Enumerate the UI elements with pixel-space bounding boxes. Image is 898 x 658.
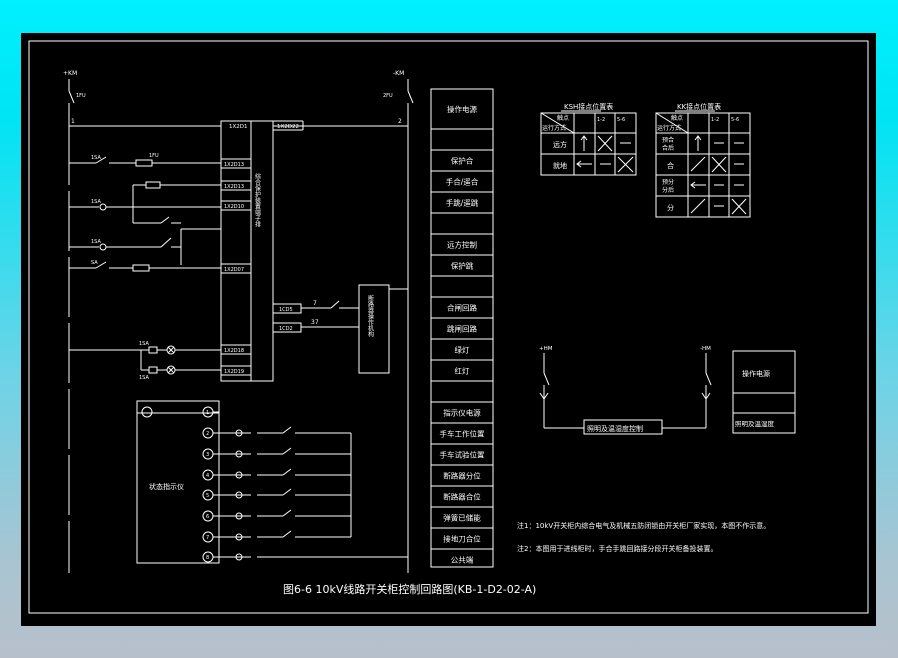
function-row-label: 手车工作位置 — [440, 429, 485, 439]
protection-device-label: 综合保护装置端子排 — [254, 172, 261, 228]
function-row-label: 跳闸回路 — [447, 324, 477, 334]
svg-text:3: 3 — [206, 452, 209, 458]
svg-text:1SA: 1SA — [91, 199, 101, 205]
svg-text:SA: SA — [91, 260, 98, 266]
svg-text:1SA: 1SA — [139, 341, 149, 347]
terminal-right-2: 1CD2 — [279, 326, 293, 332]
terminal-top-2: 1X2D22 — [277, 124, 299, 130]
svg-text:KSH接点位置表: KSH接点位置表 — [564, 102, 613, 111]
svg-text:7: 7 — [206, 535, 209, 541]
svg-text:1SA: 1SA — [91, 155, 101, 161]
svg-text:1X2D18: 1X2D18 — [224, 348, 244, 354]
note-1: 注1：10kV开关柜内综合电气及机械五防闭锁由开关柜厂家实现，本图不作示意。 — [517, 521, 770, 530]
function-row-label: 保护跳 — [451, 261, 474, 271]
svg-text:5: 5 — [206, 493, 209, 499]
svg-text:就地: 就地 — [553, 161, 567, 170]
note-2: 注2：本图用于进线柜时，手合手跳回路接分段开关柜备投装置。 — [517, 544, 717, 553]
svg-text:照明及温湿度: 照明及温湿度 — [735, 419, 775, 428]
svg-text:1SA: 1SA — [91, 239, 101, 245]
svg-text:运行方式: 运行方式 — [542, 124, 566, 132]
breaker-mechanism-label: 断路器操作机构 — [367, 294, 374, 338]
function-row-label: 操作电源 — [447, 104, 477, 114]
svg-text:1X2D07: 1X2D07 — [224, 267, 244, 273]
kk-table: KK接点位置表 运行方式 触点 1-2 5-6 预合 合后 合 预分 分后 分 — [655, 102, 751, 218]
diagram-caption: 图6-6 10kV线路开关柜控制回路图(KB-1-D2-02-A) — [283, 582, 536, 596]
svg-text:运行方式: 运行方式 — [657, 124, 681, 132]
svg-text:1X2D13: 1X2D13 — [224, 184, 244, 190]
function-row-label: 绿灯 — [455, 345, 470, 355]
fuse-right-label: 2FU — [383, 93, 393, 99]
svg-text:操作电源: 操作电源 — [742, 369, 770, 378]
function-row-label: 红灯 — [455, 366, 470, 376]
wire-37: 37 — [311, 319, 319, 326]
svg-text:8: 8 — [206, 555, 209, 561]
svg-text:1FU: 1FU — [149, 153, 159, 159]
drawing-frame: +KM -KM 1FU 2FU 1 2 1X2D1 1X2D22 综合保护装置端… — [21, 33, 876, 626]
status-indicator-label: 状态指示仪 — [149, 482, 184, 491]
function-row-label: 远方控制 — [447, 240, 477, 250]
function-row-label: 弹簧已储能 — [443, 513, 481, 523]
left-terminals: 1X2D13 1X2D13 1X2D10 1X2D07 1X2D18 1X2D1… — [220, 158, 252, 376]
svg-text:1X2D10: 1X2D10 — [224, 204, 244, 210]
function-row-label: 保护合 — [451, 156, 474, 166]
svg-text:-HM: -HM — [700, 346, 711, 352]
svg-text:1X2D13: 1X2D13 — [224, 162, 244, 168]
left-branches: 1SA 1FU 1SA 1SA SA 1SA 1SA — [69, 153, 221, 381]
function-column: 操作电源保护合手合/遥合手跳/遥跳远方控制保护跳合闸回路跳闸回路绿灯红灯指示仪电… — [430, 88, 494, 568]
svg-text:1: 1 — [206, 410, 209, 416]
svg-text:触点: 触点 — [671, 114, 683, 122]
svg-text:5-6: 5-6 — [731, 117, 739, 123]
circuit-diagram: +KM -KM 1FU 2FU 1 2 1X2D1 1X2D22 综合保护装置端… — [28, 40, 869, 614]
function-row-label: 接地刀合位 — [443, 534, 481, 544]
function-row-label: 合闸回路 — [447, 303, 477, 313]
svg-text:1-2: 1-2 — [711, 117, 719, 123]
svg-text:6: 6 — [206, 514, 209, 520]
function-row-label: 手合/遥合 — [446, 177, 479, 187]
svg-text:分: 分 — [667, 203, 674, 212]
node-1: 1 — [71, 118, 75, 125]
kk-row-1-label: 预合 — [662, 136, 674, 144]
node-2: 2 — [398, 118, 402, 125]
svg-text:1SA: 1SA — [139, 375, 149, 381]
svg-text:合后: 合后 — [662, 144, 674, 152]
bus-right-label: -KM — [393, 70, 404, 77]
status-indicator-rows: 1 2 3 4 5 6 7 8 — [202, 406, 214, 563]
function-row-label: 手跳/遥跳 — [446, 198, 479, 208]
svg-text:触点: 触点 — [557, 114, 569, 122]
svg-text:分后: 分后 — [662, 186, 674, 194]
terminal-right-1: 1CD5 — [279, 307, 293, 313]
function-row-label: 指示仪电源 — [443, 408, 481, 418]
ksh-table: KSH接点位置表 运行方式 触点 1-2 5-6 远方 就地 — [540, 102, 637, 176]
protection-device — [220, 120, 274, 382]
breaker-mechanism — [358, 284, 390, 374]
svg-text:5-6: 5-6 — [617, 117, 625, 123]
fuse-left-label: 1FU — [76, 93, 86, 99]
svg-text:1-2: 1-2 — [597, 117, 605, 123]
svg-text:1X2D19: 1X2D19 — [224, 369, 244, 375]
function-row-label: 断路器分位 — [443, 471, 481, 481]
wire-7: 7 — [313, 300, 317, 307]
svg-text:2: 2 — [206, 431, 209, 437]
function-row-label: 断路器合位 — [443, 492, 481, 502]
function-row-label: 手车试验位置 — [440, 450, 485, 460]
svg-text:KK接点位置表: KK接点位置表 — [677, 102, 721, 111]
svg-text:预分: 预分 — [662, 178, 674, 186]
function-row-label: 公共端 — [451, 555, 474, 565]
svg-text:4: 4 — [206, 473, 209, 479]
svg-text:远方: 远方 — [553, 140, 567, 149]
svg-text:+HM: +HM — [539, 346, 553, 352]
lighting-control-box: 照明及温湿度控制 — [587, 424, 643, 433]
terminal-top-1: 1X2D1 — [229, 124, 248, 130]
bus-left-label: +KM — [63, 70, 77, 77]
svg-text:合: 合 — [667, 161, 674, 170]
lighting-circuit: +HM -HM 照明及温湿度控制 — [539, 346, 712, 435]
